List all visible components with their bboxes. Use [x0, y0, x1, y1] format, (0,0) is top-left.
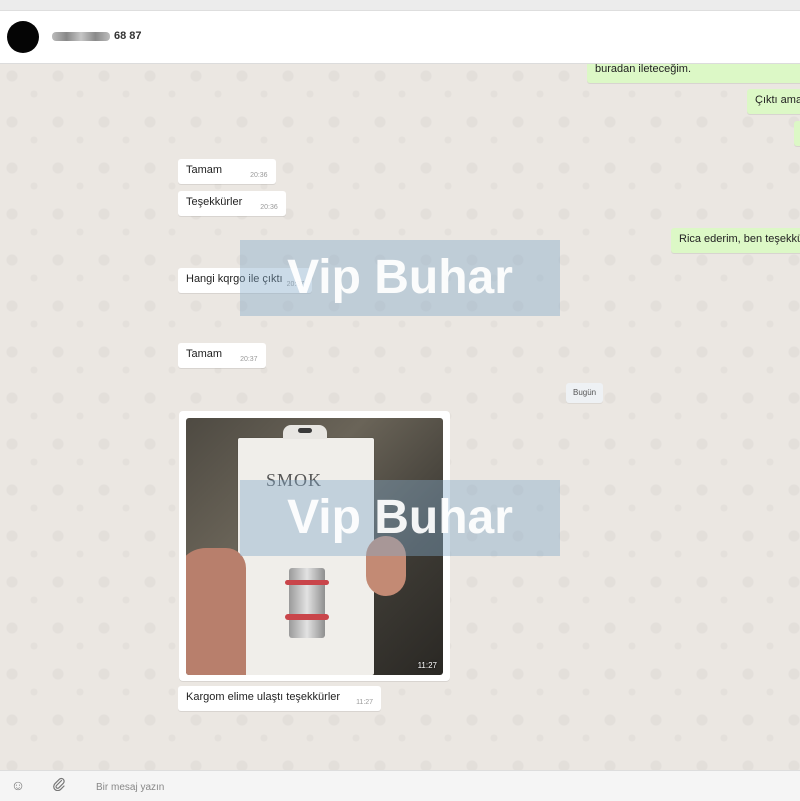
- chat-header: 68 87: [0, 11, 800, 64]
- coil-ring: [285, 614, 329, 620]
- message-outgoing[interactable]: Çıktı ama: [747, 89, 800, 114]
- date-separator: Bugün: [566, 383, 604, 403]
- message-outgoing[interactable]: [794, 121, 800, 146]
- coil-image: [289, 568, 325, 638]
- message-time: 11:27: [356, 699, 374, 706]
- message-time: 20:36: [260, 204, 278, 211]
- message-incoming[interactable]: Teşekkürler 20:36: [178, 191, 286, 216]
- hand-image: [186, 548, 246, 675]
- composer-bar: ☺: [0, 770, 800, 801]
- redacted-number-blur: [52, 31, 110, 41]
- window-top-strip: [0, 0, 800, 11]
- contact-number-suffix: 68 87: [114, 30, 142, 42]
- message-incoming[interactable]: Tamam 20:36: [178, 159, 276, 184]
- message-list[interactable]: buradan ileteceğim. Çıktı ama Tamam 20:36…: [0, 64, 800, 770]
- paperclip-icon[interactable]: [51, 777, 67, 793]
- watermark-band: Vip Buhar: [240, 240, 560, 316]
- box-hanger-hole: [298, 428, 312, 433]
- message-text: Tamam: [186, 164, 223, 176]
- paperclip-icon-glyph: [53, 777, 65, 792]
- message-text: Rica ederim, ben teşekkü: [679, 233, 800, 245]
- watermark-band: Vip Buhar: [240, 480, 560, 556]
- message-text: Tamam: [186, 348, 223, 360]
- message-outgoing[interactable]: buradan ileteceğim.: [587, 64, 800, 83]
- message-outgoing[interactable]: Rica ederim, ben teşekkü: [671, 228, 800, 253]
- message-incoming[interactable]: Tamam 20:37: [178, 343, 266, 368]
- message-input[interactable]: [96, 779, 746, 795]
- message-time: 20:36: [250, 172, 268, 179]
- coil-ring: [285, 580, 329, 585]
- message-text: Kargom elime ulaştı teşekkürler: [186, 691, 341, 703]
- message-incoming[interactable]: Kargom elime ulaştı teşekkürler 11:27: [178, 686, 382, 711]
- avatar[interactable]: [7, 21, 39, 53]
- message-text: buradan ileteceğim.: [595, 64, 692, 75]
- message-text: Çıktı ama: [755, 94, 800, 106]
- message-time: 20:37: [240, 356, 258, 363]
- emoji-icon[interactable]: ☺: [10, 777, 26, 793]
- message-text: Teşekkürler: [186, 196, 243, 208]
- contact-name[interactable]: 68 87: [52, 30, 142, 42]
- photo-time: 11:27: [417, 661, 437, 670]
